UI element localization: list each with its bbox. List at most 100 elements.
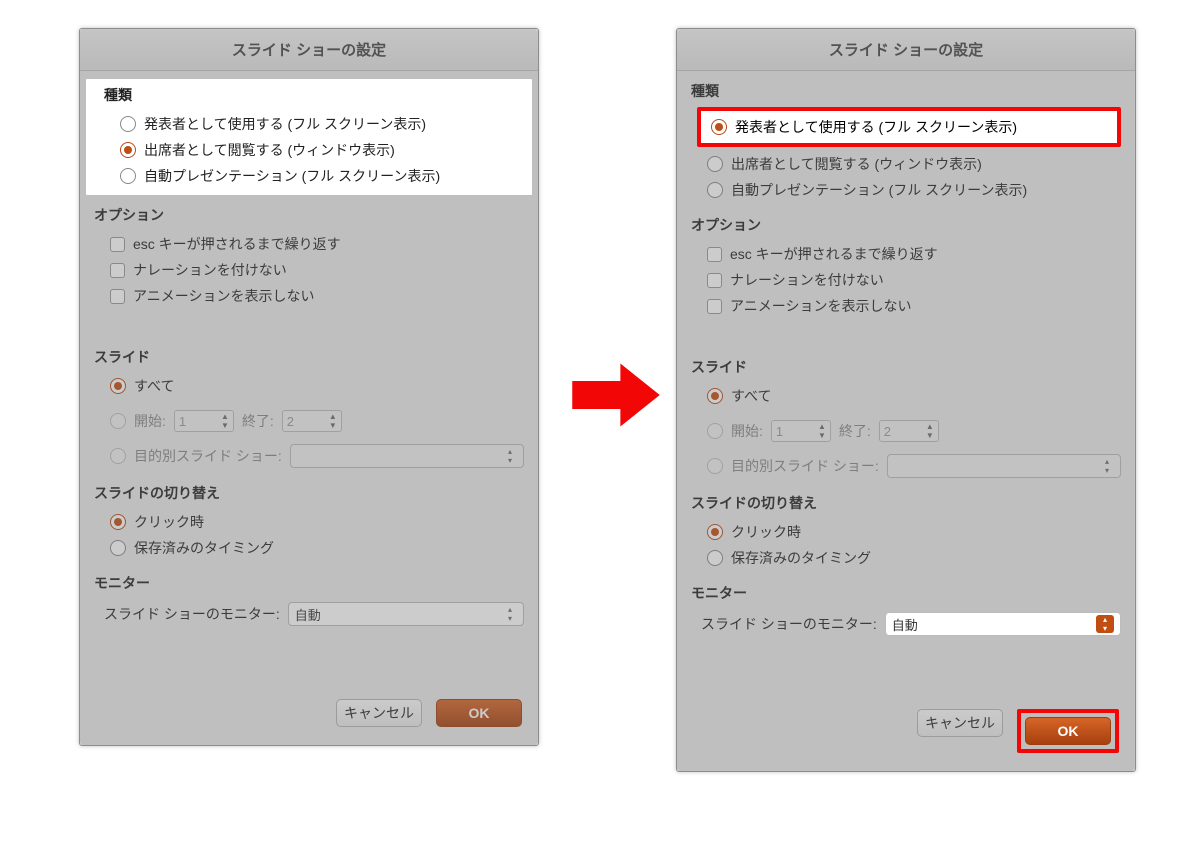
radio-auto[interactable]	[707, 182, 723, 198]
radio-range[interactable]	[707, 423, 723, 439]
from-spinner[interactable]: 1 ▲▼	[771, 420, 831, 442]
radio-onclick[interactable]	[110, 514, 126, 530]
radio-timings-label: 保存済みのタイミング	[731, 548, 871, 568]
custom-select[interactable]: ▴▾	[290, 444, 524, 468]
check-row-loop[interactable]: esc キーが押されるまで繰り返す	[691, 241, 1121, 267]
radio-onclick-label: クリック時	[134, 512, 204, 532]
to-spinner[interactable]: 2 ▲▼	[879, 420, 939, 442]
from-spinner[interactable]: 1 ▲▼	[174, 410, 234, 432]
checkbox-animation[interactable]	[707, 299, 722, 314]
radio-row-custom[interactable]: 目的別スライド ショー: ▴▾	[94, 441, 524, 471]
section-type-title: 種類	[104, 85, 514, 105]
section-type-title: 種類	[691, 81, 1121, 101]
section-options: オプション esc キーが押されるまで繰り返す ナレーションを付けない アニメー…	[80, 195, 538, 311]
from-label: 開始:	[731, 421, 763, 441]
ok-button[interactable]: OK	[436, 699, 522, 727]
section-monitor-title: モニター	[691, 583, 1121, 603]
section-monitor: モニター スライド ショーのモニター: 自動 ▴▾	[80, 563, 538, 631]
radio-row-timings[interactable]: 保存済みのタイミング	[94, 535, 524, 561]
monitor-select[interactable]: 自動 ▴▾	[885, 612, 1121, 636]
radio-row-range[interactable]: 開始: 1 ▲▼ 終了: 2 ▲▼	[94, 407, 524, 435]
from-label: 開始:	[134, 411, 166, 431]
custom-select[interactable]: ▴▾	[887, 454, 1121, 478]
radio-row-presenter[interactable]: 発表者として使用する (フル スクリーン表示)	[104, 111, 514, 137]
to-label: 終了:	[242, 411, 274, 431]
checkbox-narration-label: ナレーションを付けない	[133, 260, 287, 280]
dialog-buttons: キャンセル OK	[677, 693, 1135, 771]
section-slides-title: スライド	[691, 357, 1121, 377]
radio-row-auto[interactable]: 自動プレゼンテーション (フル スクリーン表示)	[104, 163, 514, 189]
check-row-loop[interactable]: esc キーが押されるまで繰り返す	[94, 231, 524, 257]
chevron-updown-icon: ▴▾	[503, 605, 517, 623]
from-value: 1	[179, 414, 186, 429]
cancel-button[interactable]: キャンセル	[917, 709, 1003, 737]
radio-onclick-label: クリック時	[731, 522, 801, 542]
section-options-title: オプション	[94, 205, 524, 225]
stepper-icon[interactable]: ▲▼	[221, 412, 229, 430]
radio-timings-label: 保存済みのタイミング	[134, 538, 274, 558]
check-row-animation[interactable]: アニメーションを表示しない	[691, 293, 1121, 319]
slideshow-settings-dialog-before: スライド ショーの設定 種類 発表者として使用する (フル スクリーン表示) 出…	[79, 28, 539, 746]
checkbox-loop-label: esc キーが押されるまで繰り返す	[730, 244, 938, 264]
chevron-updown-icon: ▴▾	[1100, 457, 1114, 475]
check-row-narration[interactable]: ナレーションを付けない	[94, 257, 524, 283]
section-advance-title: スライドの切り替え	[691, 493, 1121, 513]
check-row-narration[interactable]: ナレーションを付けない	[691, 267, 1121, 293]
section-type: 種類 発表者として使用する (フル スクリーン表示) 出席者として閲覧する (ウ…	[677, 71, 1135, 205]
monitor-label: スライド ショーのモニター:	[701, 614, 877, 634]
dialog-title: スライド ショーの設定	[677, 29, 1135, 71]
cancel-button[interactable]: キャンセル	[336, 699, 422, 727]
section-advance: スライドの切り替え クリック時 保存済みのタイミング	[80, 473, 538, 563]
radio-row-onclick[interactable]: クリック時	[691, 519, 1121, 545]
custom-label: 目的別スライド ショー:	[731, 456, 879, 476]
monitor-select[interactable]: 自動 ▴▾	[288, 602, 524, 626]
radio-all[interactable]	[110, 378, 126, 394]
checkbox-narration[interactable]	[110, 263, 125, 278]
radio-all[interactable]	[707, 388, 723, 404]
chevron-updown-icon: ▴▾	[1096, 615, 1114, 633]
section-options-title: オプション	[691, 215, 1121, 235]
radio-custom[interactable]	[707, 458, 723, 474]
ok-button[interactable]: OK	[1025, 717, 1111, 745]
radio-row-all[interactable]: すべて	[691, 383, 1121, 409]
section-options: オプション esc キーが押されるまで繰り返す ナレーションを付けない アニメー…	[677, 205, 1135, 321]
radio-attendee-label: 出席者として閲覧する (ウィンドウ表示)	[144, 140, 395, 160]
checkbox-narration[interactable]	[707, 273, 722, 288]
stepper-icon[interactable]: ▲▼	[329, 412, 337, 430]
radio-presenter[interactable]	[120, 116, 136, 132]
radio-timings[interactable]	[110, 540, 126, 556]
radio-row-all[interactable]: すべて	[94, 373, 524, 399]
radio-onclick[interactable]	[707, 524, 723, 540]
radio-attendee[interactable]	[707, 156, 723, 172]
radio-all-label: すべて	[134, 376, 174, 396]
section-monitor-title: モニター	[94, 573, 524, 593]
custom-label: 目的別スライド ショー:	[134, 446, 282, 466]
checkbox-animation[interactable]	[110, 289, 125, 304]
dialog-buttons: キャンセル OK	[80, 683, 538, 745]
radio-attendee[interactable]	[120, 142, 136, 158]
radio-presenter-label: 発表者として使用する (フル スクリーン表示)	[144, 114, 426, 134]
dialog-title: スライド ショーの設定	[80, 29, 538, 71]
radio-row-auto[interactable]: 自動プレゼンテーション (フル スクリーン表示)	[691, 177, 1121, 203]
to-value: 2	[287, 414, 294, 429]
radio-timings[interactable]	[707, 550, 723, 566]
highlight-ok-button: OK	[1017, 709, 1119, 753]
stepper-icon[interactable]: ▲▼	[818, 422, 826, 440]
to-spinner[interactable]: 2 ▲▼	[282, 410, 342, 432]
radio-row-onclick[interactable]: クリック時	[94, 509, 524, 535]
radio-auto[interactable]	[120, 168, 136, 184]
radio-row-custom[interactable]: 目的別スライド ショー: ▴▾	[691, 451, 1121, 481]
radio-row-attendee[interactable]: 出席者として閲覧する (ウィンドウ表示)	[691, 151, 1121, 177]
checkbox-loop[interactable]	[110, 237, 125, 252]
radio-range[interactable]	[110, 413, 126, 429]
radio-presenter[interactable]	[711, 119, 727, 135]
radio-row-timings[interactable]: 保存済みのタイミング	[691, 545, 1121, 571]
radio-custom[interactable]	[110, 448, 126, 464]
radio-auto-label: 自動プレゼンテーション (フル スクリーン表示)	[144, 166, 440, 186]
check-row-animation[interactable]: アニメーションを表示しない	[94, 283, 524, 309]
radio-row-attendee[interactable]: 出席者として閲覧する (ウィンドウ表示)	[104, 137, 514, 163]
stepper-icon[interactable]: ▲▼	[926, 422, 934, 440]
checkbox-loop[interactable]	[707, 247, 722, 262]
section-type: 種類 発表者として使用する (フル スクリーン表示) 出席者として閲覧する (ウ…	[86, 79, 532, 195]
radio-row-range[interactable]: 開始: 1 ▲▼ 終了: 2 ▲▼	[691, 417, 1121, 445]
